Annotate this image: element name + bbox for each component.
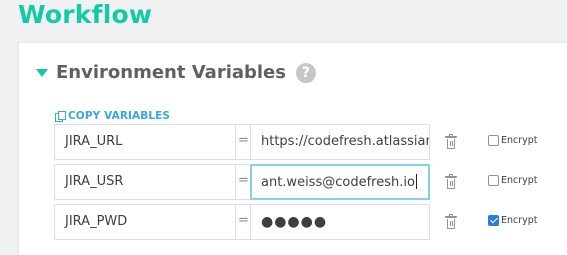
env-section-title: Environment Variables: [56, 62, 286, 83]
variable-row: JIRA_URL = https://codefresh.atlassian E…: [54, 124, 554, 160]
trash-icon[interactable]: [445, 174, 457, 189]
encrypt-label: Encrypt: [501, 215, 538, 226]
equals-sign: =: [238, 213, 249, 228]
trash-icon[interactable]: [445, 214, 457, 229]
variable-key-text: JIRA_PWD: [65, 214, 128, 229]
variable-row: JIRA_USR = ant.weiss@codefresh.io Encryp…: [54, 164, 554, 200]
variable-key-input[interactable]: JIRA_URL: [54, 124, 236, 160]
variable-row: JIRA_PWD = ●●●●● Encrypt: [54, 204, 554, 240]
variable-value-text: https://codefresh.atlassian: [261, 134, 430, 149]
variable-value-input[interactable]: ant.weiss@codefresh.io: [250, 164, 430, 200]
page-title: Workflow: [18, 0, 153, 29]
encrypt-toggle[interactable]: Encrypt: [488, 175, 538, 186]
encrypt-checkbox[interactable]: [488, 135, 499, 146]
variable-key-input[interactable]: JIRA_PWD: [54, 204, 236, 240]
variable-key-input[interactable]: JIRA_USR: [54, 164, 236, 200]
text-cursor: [415, 174, 417, 189]
variable-value-input[interactable]: https://codefresh.atlassian: [250, 124, 430, 160]
encrypt-label: Encrypt: [501, 135, 538, 146]
equals-sign: =: [238, 133, 249, 148]
trash-icon[interactable]: [445, 134, 457, 149]
variable-value-input[interactable]: ●●●●●: [250, 204, 430, 240]
variable-value-masked: ●●●●●: [261, 214, 328, 230]
encrypt-checkbox[interactable]: [488, 175, 499, 186]
encrypt-label: Encrypt: [501, 175, 538, 186]
copy-variables-link[interactable]: COPY VARIABLES: [55, 110, 170, 122]
variable-value-text: ant.weiss@codefresh.io: [261, 174, 417, 190]
encrypt-toggle[interactable]: Encrypt: [488, 135, 538, 146]
equals-sign: =: [238, 173, 249, 188]
encrypt-toggle[interactable]: Encrypt: [488, 215, 538, 226]
copy-variables-label: COPY VARIABLES: [68, 110, 171, 122]
encrypt-checkbox[interactable]: [488, 215, 499, 226]
variable-key-text: JIRA_URL: [65, 134, 123, 149]
env-section-header[interactable]: Environment Variables ?: [36, 62, 316, 83]
caret-down-icon[interactable]: [36, 68, 48, 77]
variable-key-text: JIRA_USR: [65, 174, 124, 189]
help-icon[interactable]: ?: [295, 62, 316, 83]
copy-icon: [55, 110, 66, 122]
